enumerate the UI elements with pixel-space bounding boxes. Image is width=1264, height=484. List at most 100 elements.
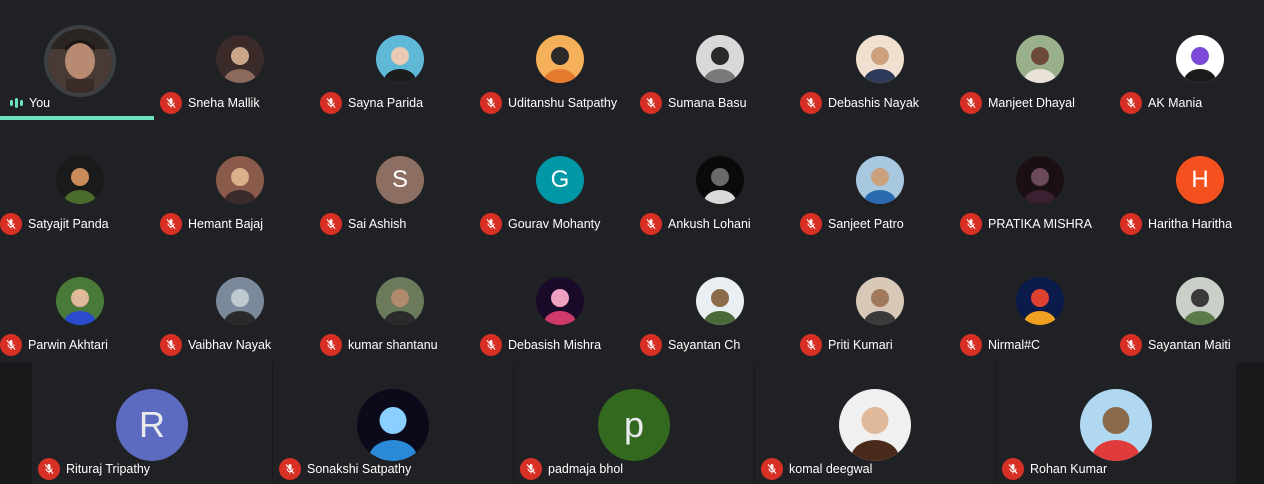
profile-photo	[536, 277, 584, 325]
profile-photo	[56, 277, 104, 325]
participant-name: Ankush Lohani	[668, 217, 751, 231]
participant-name: kumar shantanu	[348, 338, 438, 352]
avatar	[216, 35, 264, 83]
participant-tile[interactable]: Uditanshu Satpathy	[480, 0, 640, 121]
avatar	[216, 156, 264, 204]
participant-tile[interactable]: Debasish Mishra	[480, 242, 640, 363]
participant-name: Gourav Mohanty	[508, 217, 601, 231]
avatar	[856, 156, 904, 204]
participant-name: Rituraj Tripathy	[66, 462, 151, 476]
participant-tile-large[interactable]: p padmaja bhol	[514, 363, 754, 484]
participant-name: Uditanshu Satpathy	[508, 96, 618, 110]
self-label: You	[29, 96, 51, 110]
self-photo	[48, 29, 112, 93]
mic-off-icon	[1120, 213, 1142, 235]
avatar	[696, 35, 744, 83]
mic-off-icon	[320, 334, 342, 356]
participant-tile[interactable]: Sayna Parida	[320, 0, 480, 121]
participant-tile[interactable]: Sayantan Ch	[640, 242, 800, 363]
participant-tile[interactable]: G Gourav Mohanty	[480, 121, 640, 242]
participant-name-row: Nirmal#C	[960, 334, 1040, 356]
avatar	[856, 35, 904, 83]
participant-tile[interactable]: H Haritha Haritha	[1120, 121, 1264, 242]
participant-tile[interactable]: Sumana Basu	[640, 0, 800, 121]
avatar	[1016, 156, 1064, 204]
mic-off-icon	[160, 213, 182, 235]
participant-tile[interactable]: Nirmal#C	[960, 242, 1120, 363]
participant-tile[interactable]: AK Mania	[1120, 0, 1264, 121]
avatar	[536, 277, 584, 325]
self-name-row: You	[4, 92, 50, 114]
participant-tile-large[interactable]: komal deegwal	[755, 363, 995, 484]
profile-photo	[856, 277, 904, 325]
mic-off-icon	[160, 92, 182, 114]
participant-name-row: Sumana Basu	[640, 92, 747, 114]
participant-tile[interactable]: Priti Kumari	[800, 242, 960, 363]
avatar-initial: S	[391, 166, 408, 193]
participant-tile[interactable]: Sneha Mallik	[160, 0, 320, 121]
profile-photo	[839, 389, 911, 461]
participant-tile[interactable]: Ankush Lohani	[640, 121, 800, 242]
avatar	[1016, 277, 1064, 325]
profile-photo	[696, 277, 744, 325]
mic-off-icon	[520, 458, 542, 480]
profile-photo	[216, 277, 264, 325]
participant-name: padmaja bhol	[548, 462, 624, 476]
avatar	[56, 156, 104, 204]
mic-off-icon	[38, 458, 60, 480]
participant-tile[interactable]: Satyajit Panda	[0, 121, 160, 242]
participant-tile[interactable]: S Sai Ashish	[320, 121, 480, 242]
participant-tile[interactable]: PRATIKA MISHRA	[960, 121, 1120, 242]
participant-tile[interactable]: kumar shantanu	[320, 242, 480, 363]
participant-name: Satyajit Panda	[28, 217, 109, 231]
participant-name: Parwin Akhtari	[28, 338, 108, 352]
profile-photo	[856, 156, 904, 204]
avatar	[1176, 277, 1224, 325]
participant-name-row: PRATIKA MISHRA	[960, 213, 1092, 235]
participant-tile[interactable]: Vaibhav Nayak	[160, 242, 320, 363]
avatar	[536, 35, 584, 83]
participant-name-row: Gourav Mohanty	[480, 213, 600, 235]
participant-name-row: padmaja bhol	[520, 458, 623, 480]
avatar: G	[536, 156, 584, 204]
avatar	[1176, 35, 1224, 83]
participant-name-row: kumar shantanu	[320, 334, 438, 356]
profile-photo	[56, 156, 104, 204]
participant-tile-large[interactable]: Rohan Kumar	[996, 363, 1236, 484]
participant-name-row: Sneha Mallik	[160, 92, 260, 114]
profile-photo	[357, 389, 429, 461]
participant-tile[interactable]: Manjeet Dhayal	[960, 0, 1120, 121]
profile-photo	[216, 156, 264, 204]
mic-off-icon	[761, 458, 783, 480]
mic-off-icon	[960, 213, 982, 235]
participant-name-row: Manjeet Dhayal	[960, 92, 1075, 114]
participant-tile[interactable]: Parwin Akhtari	[0, 242, 160, 363]
avatar	[357, 389, 429, 461]
participant-tile-large[interactable]: R Rituraj Tripathy	[32, 363, 272, 484]
audio-level-icon	[10, 92, 23, 114]
avatar: H	[1176, 156, 1224, 204]
mic-off-icon	[320, 213, 342, 235]
participant-tile-self[interactable]: You	[0, 0, 160, 121]
participant-name: AK Mania	[1148, 96, 1203, 110]
participant-name-row: Sayna Parida	[320, 92, 423, 114]
participant-name: Sanjeet Patro	[828, 217, 904, 231]
mic-off-icon	[480, 334, 502, 356]
participant-name-row: komal deegwal	[761, 458, 872, 480]
avatar	[696, 156, 744, 204]
mic-off-icon	[1120, 92, 1142, 114]
participant-tile[interactable]: Sanjeet Patro	[800, 121, 960, 242]
participant-name-row: Sonakshi Satpathy	[279, 458, 411, 480]
participant-tile-large[interactable]: Sonakshi Satpathy	[273, 363, 513, 484]
participant-name-row: Haritha Haritha	[1120, 213, 1232, 235]
participant-tile[interactable]: Sayantan Maiti	[1120, 242, 1264, 363]
participant-name: Rohan Kumar	[1030, 462, 1108, 476]
participant-name: Sayna Parida	[348, 96, 424, 110]
mic-off-icon	[320, 92, 342, 114]
participant-tile[interactable]: Hemant Bajaj	[160, 121, 320, 242]
profile-photo	[376, 35, 424, 83]
participant-tile[interactable]: Debashis Nayak	[800, 0, 960, 121]
avatar-initial: H	[1191, 166, 1209, 193]
mic-off-icon	[480, 92, 502, 114]
profile-photo	[1176, 277, 1224, 325]
